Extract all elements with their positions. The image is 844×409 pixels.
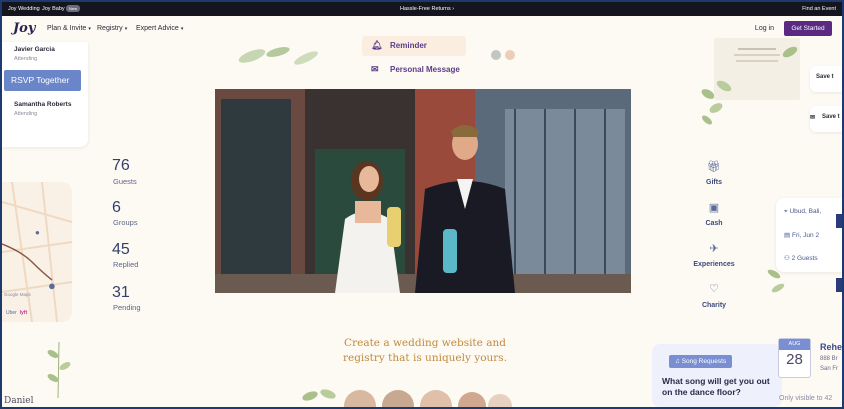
song-requests-badge: ♫ Song Requests (669, 355, 733, 368)
guest-avatars (344, 390, 512, 407)
airplane-icon: ✈ (709, 243, 719, 255)
save-card-label: Save t (816, 74, 834, 80)
save-the-date-card[interactable]: ✉ Save t (810, 106, 842, 132)
joy-logo[interactable]: Joy (13, 21, 35, 36)
joy-wedding-link[interactable]: Joy Wedding (8, 6, 40, 12)
chevron-down-icon: ▾ (124, 26, 128, 32)
page-frame: Joy Wedding Joy Baby New Hassle-Free Ret… (2, 2, 842, 407)
map-providers: Uber lyft (6, 310, 27, 316)
cash-option[interactable]: Cash (682, 220, 746, 227)
gift-icon: 🎁︎ (707, 161, 721, 173)
song-request-card: ♫ Song Requests What song will get you o… (652, 344, 782, 407)
envelope-icon: ✉ (810, 115, 816, 121)
nav-registry[interactable]: Registry ▾ (97, 25, 127, 32)
location-pin-icon: ⌖ (784, 208, 788, 215)
attendee-card: Javier Garcia Attending Samantha Roberts… (2, 42, 88, 147)
nav-plan-invite[interactable]: Plan & Invite ▾ (47, 25, 91, 32)
rehearsal-city: San Fr (820, 366, 839, 372)
leaf-decoration (238, 47, 318, 65)
tagline-line-2: registry that is uniquely yours. (342, 352, 508, 364)
groups-count: 6 (112, 199, 121, 216)
song-requests-text: Song Requests (681, 358, 727, 365)
replied-count: 45 (112, 241, 130, 258)
leaf-decoration (47, 342, 71, 398)
trip-location: ⌖ Ubud, Bali, (784, 208, 821, 216)
save-card-label: Save t (822, 114, 840, 120)
uber-link[interactable]: Uber (6, 310, 17, 316)
groups-label: Groups (113, 218, 138, 227)
experiences-option[interactable]: Experiences (682, 261, 746, 268)
lyft-link[interactable]: lyft (20, 310, 28, 316)
invitation-leaves (716, 46, 798, 92)
guests-label: Guests (113, 177, 137, 186)
leaf-decoration (302, 389, 336, 401)
guests-icon: ⚇ (784, 255, 790, 262)
bell-icon: 🔔︎ (371, 40, 383, 50)
new-badge: New (66, 5, 81, 12)
chevron-right-icon: › (452, 6, 455, 12)
color-swatches (491, 50, 515, 60)
get-started-button[interactable]: Get Started (784, 21, 832, 36)
promo-link[interactable]: Hassle-Free Returns › (400, 6, 454, 12)
personal-message-option[interactable]: ✉ Personal Message (362, 60, 466, 80)
attendee-status: Attending (14, 111, 38, 117)
login-link[interactable]: Log in (755, 25, 774, 32)
nav-expert-advice[interactable]: Expert Advice ▾ (136, 25, 183, 32)
trip-location-text: Ubud, Bali, (789, 208, 822, 215)
promo-text: Hassle-Free Returns (400, 6, 451, 12)
pending-count: 31 (112, 284, 130, 301)
gifts-option[interactable]: Gifts (682, 179, 746, 186)
couple-photo (215, 89, 631, 293)
reminder-label: Reminder (390, 41, 427, 50)
music-note-icon: ♫ (675, 358, 680, 365)
replied-label: Replied (113, 260, 139, 269)
attendee-name: Javier Garcia (14, 46, 55, 53)
trip-guests: ⚇ 2 Guests (784, 254, 818, 262)
rehearsal-address: 888 Br (820, 356, 838, 362)
rehearsal-title: Rehea (820, 342, 842, 352)
save-the-date-card[interactable]: Save t (810, 66, 842, 92)
attendee-name: Samantha Roberts (14, 101, 72, 108)
couple-photo-illustration (215, 89, 631, 293)
scroll-marker (836, 214, 842, 228)
visibility-note: Only visible to 42 (779, 395, 833, 402)
tagline-line-1: Create a wedding website and (344, 337, 506, 349)
hero-tagline: Create a wedding website and registry th… (302, 336, 548, 366)
map-pin-icon: ● (48, 278, 56, 293)
google-maps-label: Google Maps (4, 292, 31, 297)
song-question: What song will get you out on the dance … (662, 376, 770, 397)
pending-label: Pending (113, 303, 141, 312)
trip-details-card: ⌖ Ubud, Bali, ▤ Fri, Jun 2 ⚇ 2 Guests (776, 198, 842, 272)
calendar-month: AUG (779, 339, 810, 350)
find-event-link[interactable]: Find an Event (802, 6, 836, 12)
reminder-option[interactable]: 🔔︎ Reminder (362, 36, 466, 56)
joy-baby-link[interactable]: Joy Baby (42, 6, 65, 12)
trip-guests-text: 2 Guests (791, 255, 818, 262)
wallet-icon: ▣ (708, 202, 720, 214)
personal-message-label: Personal Message (390, 65, 460, 74)
map-widget[interactable]: ● ● Uber lyft Google Maps (2, 182, 72, 322)
map-pin-icon: ● (35, 228, 40, 237)
envelope-icon: ✉ (371, 64, 379, 74)
guest-name-daniel: Daniel (4, 396, 34, 406)
rsvp-together-button[interactable]: RSVP Together (4, 70, 81, 91)
nav-label: Expert Advice (136, 25, 179, 32)
attendee-status: Attending (14, 56, 38, 62)
calendar-icon: AUG 28 (778, 338, 811, 378)
trip-date: ▤ Fri, Jun 2 (784, 231, 819, 239)
heart-icon: ♡ (709, 283, 719, 295)
calendar-day: 28 (786, 351, 803, 368)
charity-option[interactable]: Charity (682, 302, 746, 309)
chevron-down-icon: ▾ (180, 26, 184, 32)
map-roads (2, 182, 72, 322)
scroll-marker (836, 278, 842, 292)
nav-label: Plan & Invite (47, 25, 87, 32)
guests-count: 76 (112, 157, 130, 174)
invitation-preview-card (714, 38, 800, 100)
calendar-icon: ▤ (784, 232, 791, 239)
chevron-down-icon: ▾ (88, 26, 91, 32)
announcement-bar: Joy Wedding Joy Baby New Hassle-Free Ret… (2, 2, 842, 16)
nav-label: Registry (97, 25, 123, 32)
trip-date-text: Fri, Jun 2 (791, 232, 820, 239)
